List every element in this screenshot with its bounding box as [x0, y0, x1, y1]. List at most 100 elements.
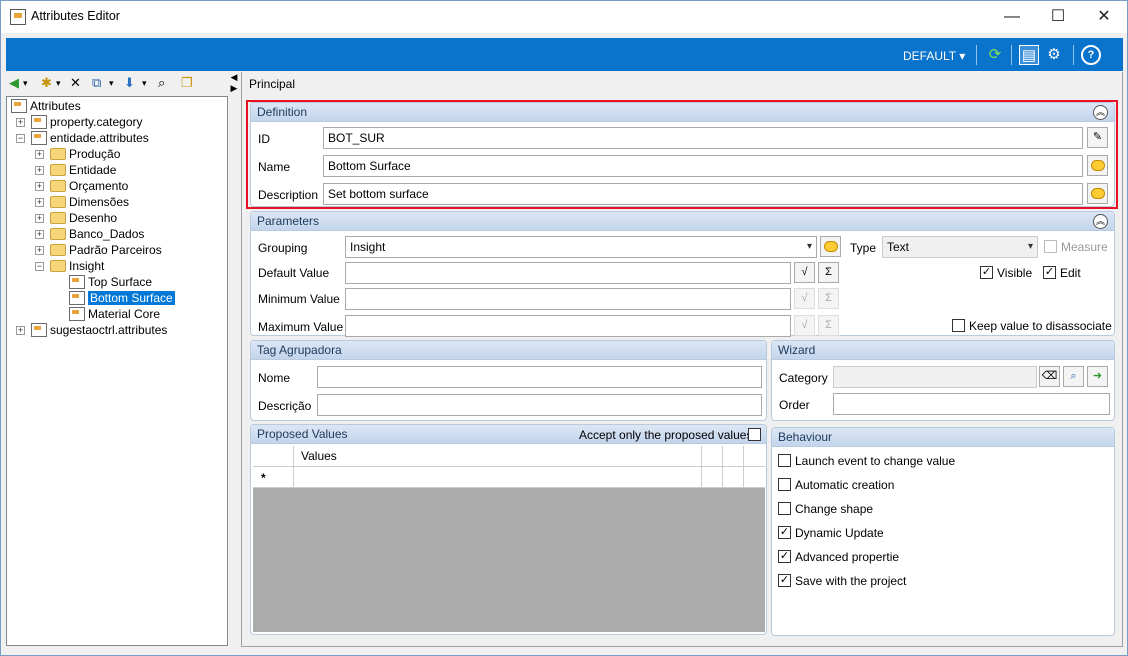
- description-label: Description: [258, 188, 319, 202]
- tree-node[interactable]: entidade.attributes: [31, 130, 149, 146]
- expand-icon[interactable]: +: [35, 214, 44, 223]
- parameters-panel: Parameters ︽ Grouping Insight ▾ Type Text ▾…: [250, 211, 1115, 337]
- delete-icon[interactable]: ✕: [70, 76, 81, 90]
- tree-node[interactable]: Banco_Dados: [50, 226, 144, 242]
- expand-icon[interactable]: +: [35, 150, 44, 159]
- values-column-header[interactable]: Values: [293, 446, 701, 467]
- go-category-button[interactable]: ➜: [1087, 366, 1108, 387]
- tree-node[interactable]: Orçamento: [50, 178, 128, 194]
- move-dropdown-icon[interactable]: ▾: [142, 76, 147, 90]
- name-field[interactable]: Bottom Surface: [323, 155, 1083, 177]
- name-translate-button[interactable]: [1087, 155, 1108, 176]
- minimize-button[interactable]: —: [989, 1, 1035, 33]
- tree-node[interactable]: Dimensões: [50, 194, 129, 210]
- behaviour-checkbox[interactable]: [778, 478, 791, 491]
- expand-icon[interactable]: +: [35, 198, 44, 207]
- sum-button[interactable]: Σ: [818, 315, 839, 336]
- id-field[interactable]: BOT_SUR: [323, 127, 1083, 149]
- tab-principal[interactable]: Principal: [249, 77, 295, 91]
- expand-icon[interactable]: +: [35, 182, 44, 191]
- proposed-values-grid[interactable]: Values *: [253, 446, 765, 632]
- formula-button[interactable]: √: [794, 262, 815, 283]
- behaviour-checkbox[interactable]: [778, 454, 791, 467]
- default-value-field[interactable]: [345, 262, 791, 284]
- grid-cell[interactable]: [743, 467, 765, 488]
- tree-node[interactable]: Top Surface: [69, 274, 152, 290]
- expand-icon[interactable]: +: [35, 230, 44, 239]
- sum-button[interactable]: Σ: [818, 288, 839, 309]
- tree-node[interactable]: Entidade: [50, 162, 116, 178]
- tree-node[interactable]: Material Core: [69, 306, 160, 322]
- view-icon[interactable]: ▤: [1019, 45, 1039, 65]
- description-field[interactable]: Set bottom surface: [323, 183, 1083, 205]
- tag-description-field[interactable]: [317, 394, 762, 416]
- grid-cell[interactable]: [293, 467, 701, 488]
- expand-icon[interactable]: +: [16, 326, 25, 335]
- sum-button[interactable]: Σ: [818, 262, 839, 283]
- new-icon[interactable]: ✱: [41, 76, 52, 90]
- tree-node[interactable]: Desenho: [50, 210, 117, 226]
- definition-title: Definition: [257, 105, 308, 119]
- expand-right-icon[interactable]: ▶: [230, 83, 238, 94]
- find-category-button[interactable]: ⌕: [1063, 366, 1084, 387]
- clear-category-button[interactable]: ⌫: [1039, 366, 1060, 387]
- behaviour-checkbox[interactable]: ✓: [778, 550, 791, 563]
- accept-only-checkbox[interactable]: [748, 428, 761, 441]
- tree-node[interactable]: Insight: [50, 258, 104, 274]
- category-field[interactable]: [833, 366, 1037, 388]
- move-down-icon[interactable]: ⬇: [124, 76, 135, 90]
- keep-value-checkbox[interactable]: [952, 319, 965, 332]
- expand-icon[interactable]: +: [16, 118, 25, 127]
- new-dropdown-icon[interactable]: ▾: [56, 76, 61, 90]
- settings-icon[interactable]: ⚙: [1044, 45, 1064, 65]
- tree-node[interactable]: Padrão Parceiros: [50, 242, 162, 258]
- grouping-select[interactable]: Insight ▾: [345, 236, 817, 258]
- collapse-left-icon[interactable]: ◀: [230, 72, 238, 83]
- grid-new-row[interactable]: *: [253, 467, 765, 488]
- tree-node[interactable]: Produção: [50, 146, 120, 162]
- description-translate-button[interactable]: [1087, 183, 1108, 204]
- measure-checkbox[interactable]: [1044, 240, 1057, 253]
- refresh-icon[interactable]: ⟳: [985, 45, 1005, 65]
- formula-button[interactable]: √: [794, 288, 815, 309]
- grid-cell[interactable]: [701, 467, 722, 488]
- maximum-value-field[interactable]: [345, 315, 791, 337]
- tree-node-selected[interactable]: Bottom Surface: [69, 290, 175, 306]
- back-dropdown-icon[interactable]: ▾: [23, 76, 28, 90]
- find-icon[interactable]: ⌕: [158, 76, 165, 90]
- collapse-up-icon[interactable]: ︽: [1093, 105, 1108, 120]
- copy-icon[interactable]: ⧉: [92, 76, 101, 90]
- close-button[interactable]: ✕: [1081, 1, 1127, 33]
- type-select[interactable]: Text ▾: [882, 236, 1038, 258]
- tag-name-field[interactable]: [317, 366, 762, 388]
- tree-node[interactable]: sugestaoctrl.attributes: [31, 322, 167, 338]
- attributes-tree[interactable]: Attributes + property.category − entidad…: [6, 96, 228, 646]
- collapse-icon[interactable]: −: [35, 262, 44, 271]
- behaviour-checkbox[interactable]: [778, 502, 791, 515]
- grid-cell[interactable]: [722, 467, 743, 488]
- expand-icon[interactable]: +: [35, 166, 44, 175]
- id-generate-button[interactable]: ✎: [1087, 127, 1108, 148]
- expand-icon[interactable]: +: [35, 246, 44, 255]
- pane-splitter[interactable]: ◀ ▶: [230, 72, 238, 102]
- collapse-icon[interactable]: −: [16, 134, 25, 143]
- edit-checkbox[interactable]: ✓: [1043, 266, 1056, 279]
- tree-root[interactable]: Attributes: [11, 98, 81, 114]
- grouping-translate-button[interactable]: [820, 236, 841, 257]
- back-icon[interactable]: ◀: [9, 76, 19, 90]
- id-label: ID: [258, 132, 270, 146]
- order-field[interactable]: [833, 393, 1110, 415]
- help-icon[interactable]: ?: [1081, 45, 1101, 65]
- profile-dropdown[interactable]: DEFAULT ▾: [903, 49, 965, 63]
- formula-button[interactable]: √: [794, 315, 815, 336]
- visible-label: Visible: [997, 266, 1033, 280]
- folder-refresh-icon[interactable]: ❐: [181, 76, 193, 90]
- maximize-button[interactable]: ☐: [1035, 1, 1081, 33]
- behaviour-checkbox[interactable]: ✓: [778, 526, 791, 539]
- visible-checkbox[interactable]: ✓: [980, 266, 993, 279]
- collapse-up-icon[interactable]: ︽: [1093, 214, 1108, 229]
- minimum-value-field[interactable]: [345, 288, 791, 310]
- behaviour-checkbox[interactable]: ✓: [778, 574, 791, 587]
- tree-node[interactable]: property.category: [31, 114, 143, 130]
- copy-dropdown-icon[interactable]: ▾: [109, 76, 114, 90]
